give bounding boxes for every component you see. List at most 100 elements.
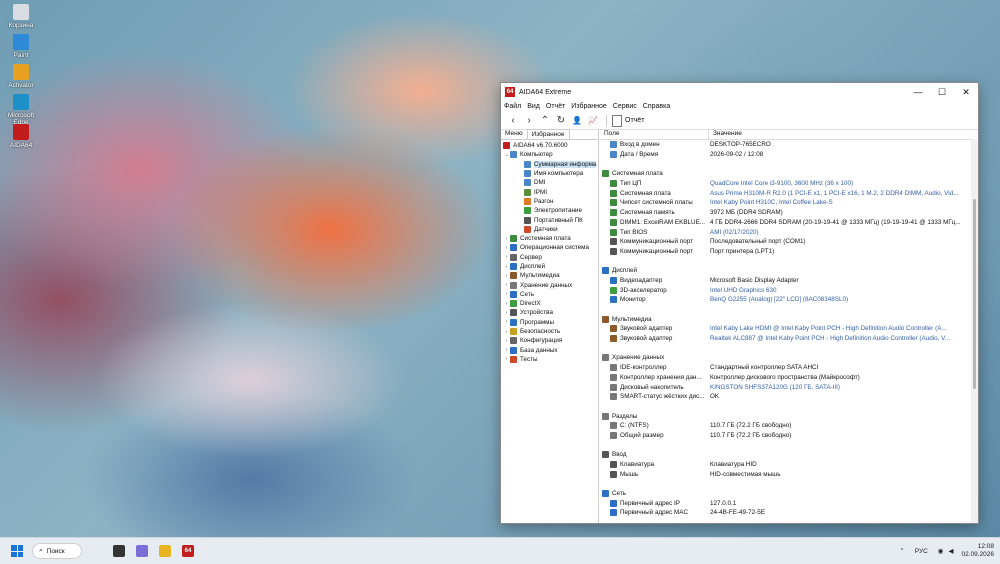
tree-item[interactable]: › Мультимедиа bbox=[501, 271, 598, 280]
detail-row[interactable]: Клавиатура Клавиатура HID bbox=[600, 460, 978, 470]
tree-item[interactable]: › Тесты bbox=[501, 355, 598, 364]
desktop-icon[interactable]: Корзина bbox=[2, 4, 40, 29]
value-link[interactable]: QuadCore Intel Core i3-9100, 3600 MHz (3… bbox=[706, 180, 970, 187]
windows-start-icon[interactable] bbox=[11, 545, 23, 557]
value-link[interactable]: Intel UHD Graphics 630 bbox=[706, 287, 970, 294]
tree-expand-icon[interactable]: › bbox=[503, 310, 510, 316]
tree-expand-icon[interactable]: › bbox=[503, 291, 510, 297]
aida64-icon[interactable]: 64 bbox=[182, 545, 194, 557]
detail-row[interactable]: Звуковой адаптер Intel Kaby Lake HDMI @ I… bbox=[600, 324, 978, 334]
value-link[interactable]: KINGSTON SHFS37A120G (120 ГБ, SATA-III) bbox=[706, 384, 970, 391]
menu-item[interactable]: Сервис bbox=[613, 103, 637, 110]
detail-row[interactable]: C: (NTFS) 110.7 ГБ (72.2 ГБ свободно) bbox=[600, 421, 978, 431]
tree-item[interactable]: ⌄ Компьютер bbox=[501, 150, 598, 159]
tree-item[interactable]: Имя компьютера bbox=[501, 169, 598, 178]
search-box[interactable]: ⌕ Поиск bbox=[32, 543, 82, 559]
refresh-icon[interactable]: ↻ bbox=[553, 114, 569, 128]
value-link[interactable]: BenQ G2255 (Analog) [22" LCD] (8AC08348S… bbox=[706, 296, 970, 303]
detail-row[interactable]: Коммуникационный порт Порт принтера (LPT1… bbox=[600, 247, 978, 257]
menu-item[interactable]: Справка bbox=[643, 103, 670, 110]
tree-item[interactable]: › База данных bbox=[501, 346, 598, 355]
copilot-icon[interactable] bbox=[136, 545, 148, 557]
tree-item[interactable]: › Операционная система bbox=[501, 243, 598, 252]
user-icon[interactable]: 👤 bbox=[569, 114, 585, 128]
tree-expand-icon[interactable]: › bbox=[503, 319, 510, 325]
scrollbar-thumb[interactable] bbox=[973, 199, 976, 389]
detail-row[interactable]: Системная плата Asus Prime H310M-R R2.0 (… bbox=[600, 188, 978, 198]
menu-item[interactable]: Вид bbox=[527, 103, 540, 110]
tree-item[interactable]: Портативный ПК bbox=[501, 215, 598, 224]
tree-item[interactable]: › Сервер bbox=[501, 253, 598, 262]
report-button[interactable]: Отчёт bbox=[625, 117, 644, 124]
tree-item[interactable]: › Программы bbox=[501, 318, 598, 327]
detail-row[interactable]: Дисковый накопитель KINGSTON SHFS37A120G … bbox=[600, 382, 978, 392]
detail-row[interactable]: Тип BIOS AMI (02/17/2020) bbox=[600, 227, 978, 237]
value-link[interactable]: Realtek ALC887 @ Intel Kaby Point PCH - … bbox=[706, 335, 970, 342]
tree-item[interactable]: IPMI bbox=[501, 187, 598, 196]
value-link[interactable]: AMI (02/17/2020) bbox=[706, 229, 970, 236]
detail-row[interactable]: SMART-статус жёстких дис... OK bbox=[600, 392, 978, 402]
forward-arrow-icon[interactable]: › bbox=[521, 114, 537, 128]
detail-row[interactable]: Монитор BenQ G2255 (Analog) [22" LCD] (8A… bbox=[600, 295, 978, 305]
value-link[interactable]: Intel Kaby Point H310C, Intel Coffee Lak… bbox=[706, 199, 970, 206]
tree-expand-icon[interactable]: › bbox=[503, 356, 510, 362]
vertical-scrollbar[interactable] bbox=[971, 139, 978, 523]
tree-expand-icon[interactable]: › bbox=[503, 301, 510, 307]
tree-item[interactable]: Разгон bbox=[501, 197, 598, 206]
detail-row[interactable]: Общий размер 110.7 ГБ (72.2 ГБ свободно) bbox=[600, 431, 978, 441]
menu-item[interactable]: Избранное bbox=[571, 103, 606, 110]
detail-row[interactable]: Дата / Время 2026-09-02 / 12:08 bbox=[600, 150, 978, 160]
minimize-button[interactable]: — bbox=[906, 83, 930, 101]
tree-item[interactable]: › Хранение данных bbox=[501, 280, 598, 289]
detail-row[interactable]: Чипсет системной платы Intel Kaby Point H… bbox=[600, 198, 978, 208]
file-explorer-icon[interactable] bbox=[159, 545, 171, 557]
tree-expand-icon[interactable]: › bbox=[503, 273, 510, 279]
tree-item[interactable]: DMI bbox=[501, 178, 598, 187]
column-field[interactable]: Поле bbox=[600, 129, 709, 139]
tree-item[interactable]: › Устройства bbox=[501, 308, 598, 317]
up-arrow-icon[interactable]: ⌃ bbox=[537, 114, 553, 128]
detail-row[interactable]: Видеоадаптер Microsoft Basic Display Adap… bbox=[600, 276, 978, 286]
tree-expand-icon[interactable]: › bbox=[503, 236, 510, 242]
tree-item[interactable]: Электропитание bbox=[501, 206, 598, 215]
tree-item[interactable]: › Безопасность bbox=[501, 327, 598, 336]
value-link[interactable]: Intel Kaby Lake HDMI @ Intel Kaby Point … bbox=[706, 325, 970, 332]
volume-icon[interactable]: ◀ bbox=[948, 547, 953, 555]
title-bar[interactable]: 64 AIDA64 Extreme — ☐ ✕ bbox=[501, 83, 978, 101]
chart-icon[interactable]: 📈 bbox=[585, 114, 601, 128]
detail-row[interactable]: IDE-контроллер Стандартный контроллер SAT… bbox=[600, 363, 978, 373]
tree-item[interactable]: › DirectX bbox=[501, 299, 598, 308]
desktop-icon[interactable]: Activator bbox=[2, 64, 40, 89]
task-view-icon[interactable] bbox=[113, 545, 125, 557]
report-icon[interactable] bbox=[612, 114, 622, 127]
tree-expand-icon[interactable]: › bbox=[503, 245, 510, 251]
desktop-icon[interactable]: Microsoft Edge bbox=[2, 94, 40, 126]
detail-row[interactable]: DIMM1: ExcelRAM EKBLUE... 4 ГБ DDR4-2666 … bbox=[600, 218, 978, 228]
tree-expand-icon[interactable]: › bbox=[503, 282, 510, 288]
detail-row[interactable]: Звуковой адаптер Realtek ALC887 @ Intel K… bbox=[600, 334, 978, 344]
tree-item[interactable]: › Сеть bbox=[501, 290, 598, 299]
tree-expand-icon[interactable]: › bbox=[503, 338, 510, 344]
network-icon[interactable]: ◉ bbox=[938, 547, 944, 555]
tree-item[interactable]: Датчики bbox=[501, 225, 598, 234]
close-button[interactable]: ✕ bbox=[954, 83, 978, 101]
column-value[interactable]: Значение bbox=[709, 129, 742, 139]
language-indicator[interactable]: РУС bbox=[915, 548, 928, 555]
desktop-icon[interactable]: Paint bbox=[2, 34, 40, 59]
tree-expand-icon[interactable]: › bbox=[503, 254, 510, 260]
tree-item[interactable]: › Дисплей bbox=[501, 262, 598, 271]
maximize-button[interactable]: ☐ bbox=[930, 83, 954, 101]
tree-expand-icon[interactable]: › bbox=[503, 329, 510, 335]
tray-overflow-chevron-icon[interactable]: ⌃ bbox=[899, 547, 904, 555]
detail-row[interactable]: Первичный адрес IP 127.0.0.1 bbox=[600, 498, 978, 508]
tree-item[interactable]: › Системная плата bbox=[501, 234, 598, 243]
tree-item[interactable]: Суммарная информа bbox=[501, 160, 598, 169]
clock[interactable]: 12:08 02.09.2026 bbox=[961, 543, 994, 559]
tab-favorites[interactable]: Избранное bbox=[526, 129, 570, 139]
detail-row[interactable]: Контроллер хранения дан... Контроллер дис… bbox=[600, 373, 978, 383]
menu-item[interactable]: Отчёт bbox=[546, 103, 565, 110]
tab-menu[interactable]: Меню bbox=[501, 129, 527, 139]
detail-row[interactable]: Мышь HID-совместимая мышь bbox=[600, 469, 978, 479]
tree-item[interactable]: AIDA64 v6.70.6000 bbox=[501, 141, 598, 150]
detail-row[interactable]: Тип ЦП QuadCore Intel Core i3-9100, 3600 … bbox=[600, 179, 978, 189]
